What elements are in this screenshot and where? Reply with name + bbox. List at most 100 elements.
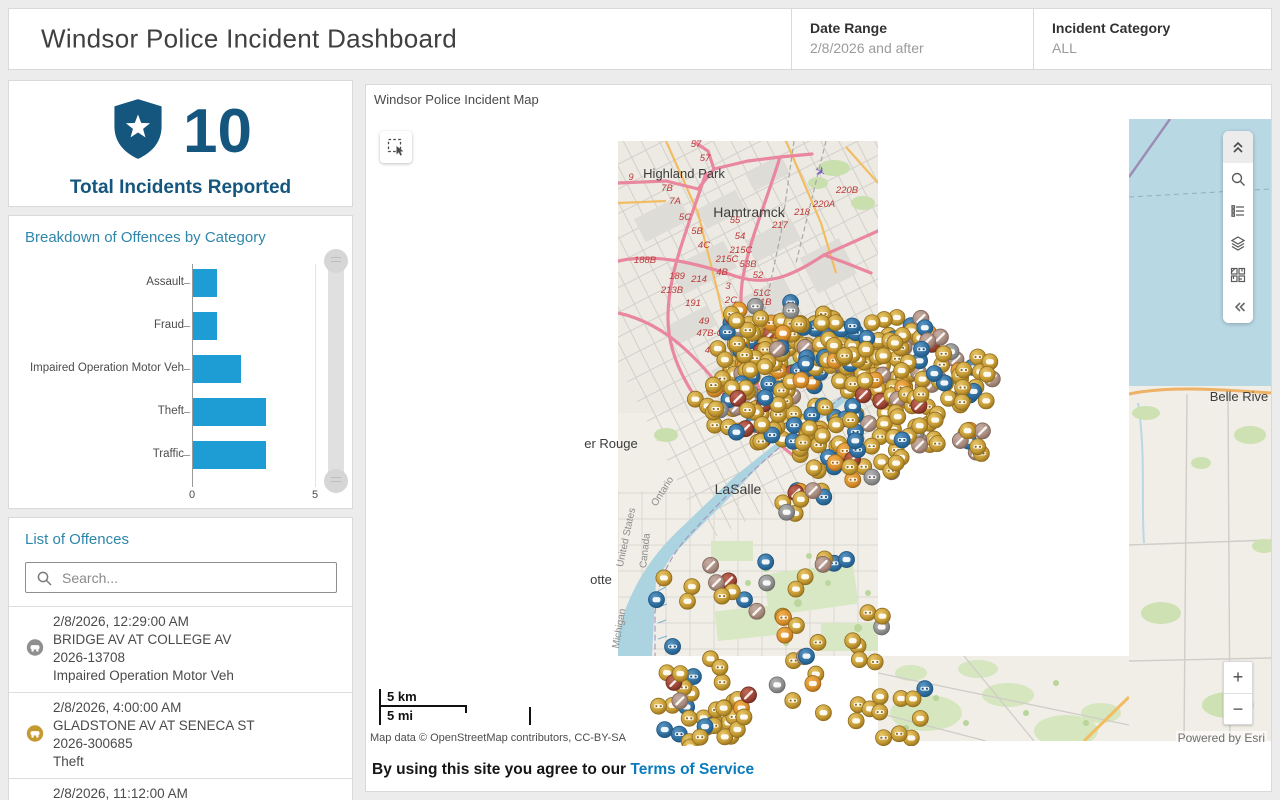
bar[interactable] (193, 398, 266, 426)
incident-marker[interactable] (816, 398, 834, 416)
incident-marker[interactable] (679, 592, 696, 610)
incident-marker[interactable] (756, 389, 774, 406)
incident-marker[interactable] (890, 725, 908, 743)
incident-marker[interactable] (691, 728, 709, 746)
search-input[interactable] (62, 563, 330, 592)
incident-marker[interactable] (977, 392, 995, 410)
incident-marker[interactable] (974, 422, 991, 440)
list-item[interactable]: 2/8/2026, 11:12:00 AM (9, 778, 352, 800)
terms-of-service-link[interactable]: Terms of Service (630, 761, 754, 778)
incident-marker[interactable] (928, 435, 946, 453)
incident-marker[interactable] (838, 551, 855, 568)
bar-row[interactable]: Theft (9, 398, 321, 426)
incident-marker[interactable] (758, 574, 776, 592)
bar[interactable] (193, 355, 242, 383)
incident-marker[interactable] (809, 634, 827, 651)
incident-marker[interactable] (707, 400, 725, 418)
incident-marker[interactable] (757, 553, 775, 571)
bar-row[interactable]: Impaired Operation Motor Veh (9, 355, 321, 383)
incident-marker[interactable] (713, 587, 731, 605)
incident-marker[interactable] (889, 408, 907, 426)
incident-marker[interactable] (656, 721, 674, 739)
date-range-field[interactable]: Date Range 2/8/2026 and after (791, 9, 1033, 69)
collapse-up-button[interactable] (1223, 131, 1253, 163)
bar-row[interactable]: Assault (9, 269, 321, 297)
incident-marker[interactable] (683, 578, 701, 596)
incident-marker[interactable] (953, 393, 971, 411)
scroll-up-button[interactable] (324, 249, 348, 273)
incident-marker[interactable] (728, 335, 746, 353)
incident-marker[interactable] (826, 454, 844, 472)
incident-marker[interactable] (768, 676, 786, 694)
scrollbar-track[interactable] (328, 259, 344, 483)
incident-marker[interactable] (804, 675, 822, 692)
incident-marker[interactable] (959, 422, 976, 440)
incident-marker[interactable] (794, 434, 812, 452)
incident-marker[interactable] (756, 358, 774, 376)
chart-scrollbar[interactable] (324, 249, 348, 493)
incident-marker[interactable] (671, 692, 689, 710)
incident-marker[interactable] (650, 697, 667, 715)
incident-marker[interactable] (854, 386, 872, 404)
incident-marker[interactable] (702, 556, 720, 574)
incident-marker[interactable] (680, 709, 698, 727)
incident-marker[interactable] (741, 361, 759, 379)
incident-category-field[interactable]: Incident Category ALL (1033, 9, 1272, 69)
incident-marker[interactable] (893, 431, 911, 449)
incident-marker[interactable] (713, 673, 731, 691)
incident-marker[interactable] (671, 665, 689, 683)
incident-marker[interactable] (805, 459, 823, 477)
incident-marker[interactable] (815, 704, 832, 722)
incident-marker[interactable] (827, 416, 845, 434)
incident-marker[interactable] (782, 302, 800, 319)
incident-marker[interactable] (863, 437, 881, 455)
incident-marker[interactable] (859, 604, 877, 622)
zoom-in-button[interactable]: + (1224, 662, 1252, 693)
incident-marker[interactable] (955, 361, 973, 379)
incident-marker[interactable] (863, 314, 881, 332)
bar[interactable] (193, 269, 217, 297)
date-range-value[interactable]: 2/8/2026 and after (810, 40, 1033, 56)
incident-marker[interactable] (844, 632, 862, 650)
incident-marker[interactable] (774, 324, 792, 342)
search-box[interactable] (25, 562, 337, 593)
incident-marker[interactable] (978, 365, 996, 383)
incident-marker[interactable] (704, 376, 722, 394)
incident-marker[interactable] (873, 607, 891, 625)
incident-marker[interactable] (841, 458, 859, 476)
incident-marker[interactable] (813, 427, 831, 445)
incident-marker[interactable] (842, 411, 859, 429)
incident-marker[interactable] (866, 653, 884, 671)
incident-marker[interactable] (893, 362, 911, 379)
incident-marker[interactable] (728, 423, 745, 441)
incident-marker[interactable] (911, 710, 929, 727)
incident-marker[interactable] (846, 432, 864, 450)
incident-marker[interactable] (776, 626, 794, 644)
incident-marker[interactable] (798, 647, 815, 665)
layers-button[interactable] (1223, 227, 1253, 259)
bar[interactable] (193, 312, 217, 340)
incident-marker[interactable] (813, 314, 830, 332)
incident-marker[interactable] (748, 602, 766, 620)
incident-marker[interactable] (954, 379, 971, 396)
incident-marker[interactable] (727, 312, 745, 330)
incident-marker[interactable] (768, 340, 786, 358)
incident-marker[interactable] (784, 692, 802, 709)
bar-row[interactable]: Fraud (9, 312, 321, 340)
incident-marker[interactable] (912, 385, 930, 403)
incident-marker[interactable] (926, 411, 944, 429)
incident-marker[interactable] (792, 371, 810, 389)
list-item[interactable]: 2/8/2026, 4:00:00 AM GLADSTONE AV AT SENE… (9, 692, 352, 778)
incident-marker[interactable] (711, 659, 729, 676)
incident-marker[interactable] (913, 340, 930, 358)
incident-marker[interactable] (778, 503, 796, 521)
incident-marker[interactable] (856, 372, 874, 389)
bar[interactable] (193, 441, 266, 469)
incident-marker[interactable] (911, 417, 929, 435)
scroll-down-button[interactable] (324, 469, 348, 493)
incident-marker[interactable] (814, 556, 832, 573)
incident-marker[interactable] (871, 703, 889, 721)
incident-marker[interactable] (716, 351, 734, 369)
incident-marker[interactable] (874, 347, 892, 365)
incident-marker[interactable] (753, 416, 771, 434)
